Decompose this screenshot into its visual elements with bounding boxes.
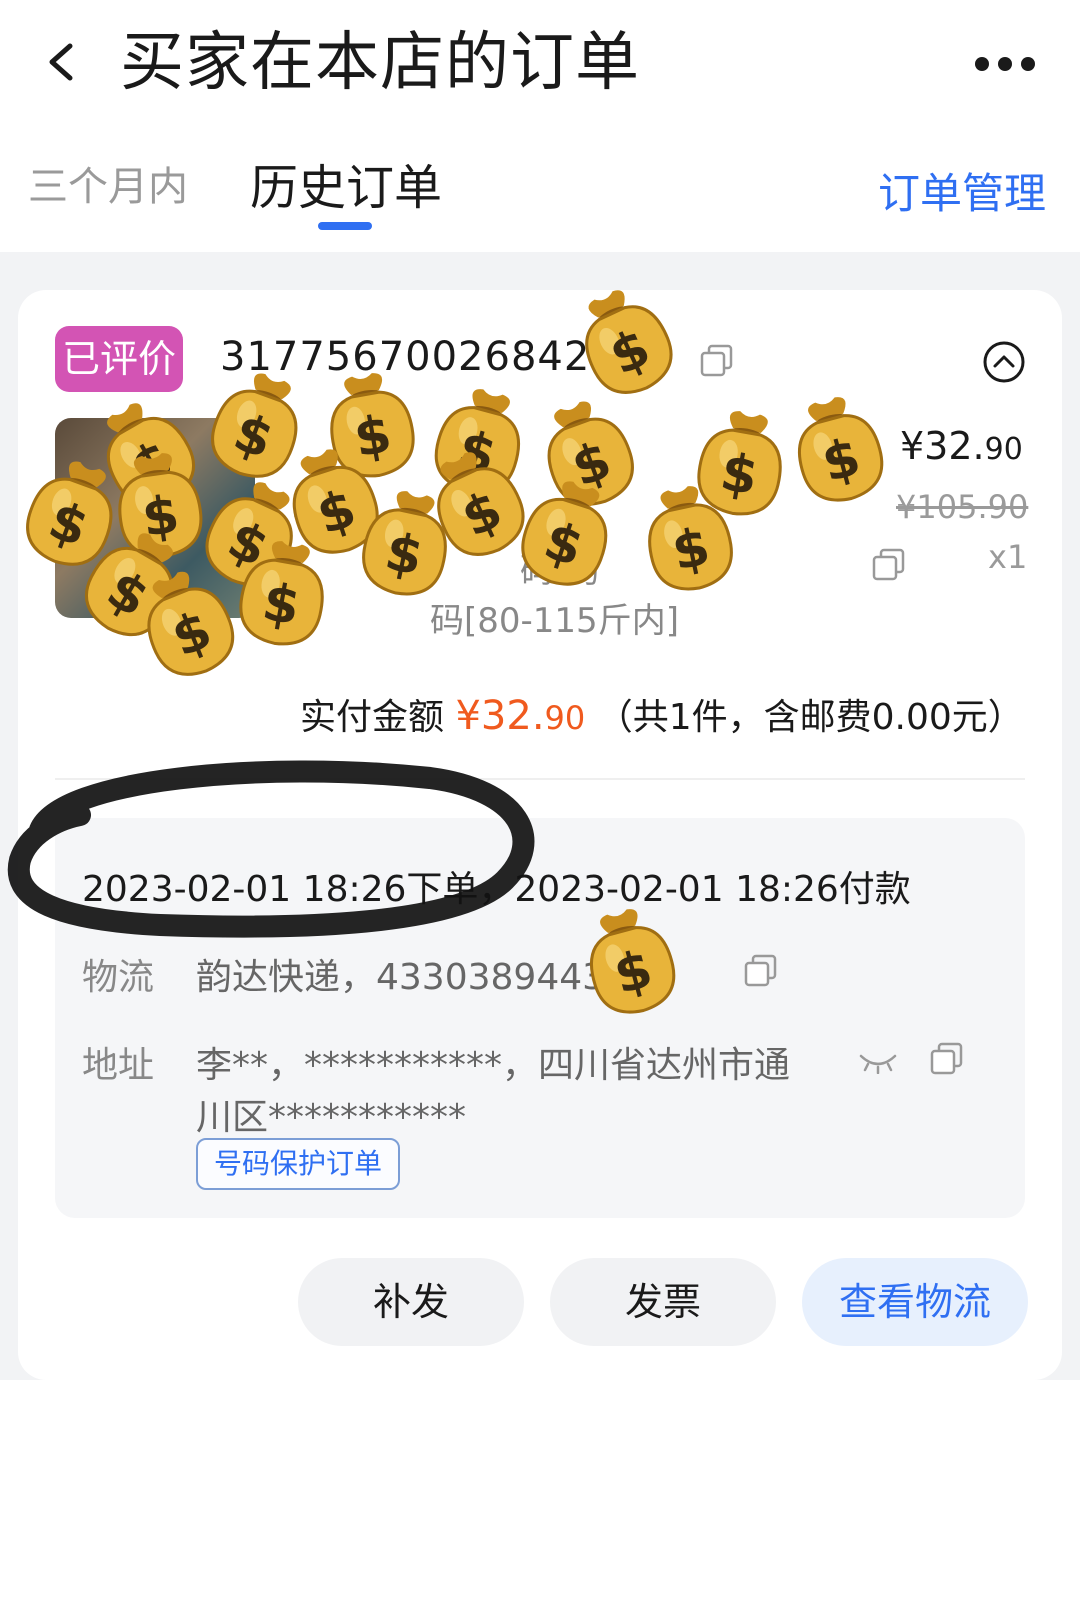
active-tab-indicator [318,222,372,230]
collapse-icon[interactable] [982,340,1026,384]
tab-bar: 三个月内 历史订单 订单管理 [0,140,1080,250]
price-decimal: 90 [984,432,1023,467]
spec-line-2: 码[80-115斤内] [430,601,679,641]
paid-amount: ¥32.90 [455,693,585,739]
paid-suffix: （共1件，含邮费0.00元） [596,697,1024,738]
paid-label: 实付金额 [300,697,445,738]
copy-icon[interactable] [744,954,778,988]
page-title: 买家在本店的订单 [120,26,640,100]
spec-line-1: 码:均 [290,546,850,596]
paid-amount-integer: ¥32. [455,693,545,739]
order-number: 31775670026842 [220,334,591,380]
status-badge: 已评价 [55,326,183,392]
product-thumbnail[interactable] [55,418,255,618]
product-subtitle: … [290,482,328,526]
view-logistics-button[interactable]: 查看物流 [802,1258,1028,1346]
chevron-left-icon[interactable] [42,42,82,82]
tab-three-months[interactable]: 三个月内 [28,154,188,212]
address-line-1: 李**，***********，四川省达州市通 [196,1045,791,1086]
copy-icon[interactable] [700,344,734,378]
divider [55,778,1025,780]
order-manage-link[interactable]: 订单管理 [878,160,1046,221]
product-price: ¥32.90 [900,424,1023,468]
eye-closed-icon[interactable] [858,1050,898,1074]
logistics-label: 物流 [82,957,155,998]
logistics-value: 韵达快递，4330389443 [196,957,606,998]
paid-amount-decimal: 90 [544,699,586,737]
price-integer: ¥32. [900,424,985,468]
reissue-button[interactable]: 补发 [298,1258,524,1346]
copy-icon[interactable] [872,548,906,582]
paid-summary: 实付金额 ¥32.90 （共1件，含邮费0.00元） [300,688,1024,740]
copy-icon[interactable] [930,1042,964,1076]
original-price: ¥105.90 [896,488,1029,526]
top-bar: 买家在本店的订单 [0,0,1080,130]
order-times: 2023-02-01 18:26下单，2023-02-01 18:26付款 [82,869,911,910]
tab-history-orders[interactable]: 历史订单 [250,148,442,218]
number-protection-badge: 号码保护订单 [196,1138,400,1190]
product-spec: 码:均 码[80-115斤内] [290,546,850,646]
address-label: 地址 [82,1045,155,1086]
more-dots-icon[interactable] [974,54,1036,74]
quantity: x1 [988,538,1028,576]
address-line-2: 川区*********** [196,1097,467,1138]
invoice-button[interactable]: 发票 [550,1258,776,1346]
